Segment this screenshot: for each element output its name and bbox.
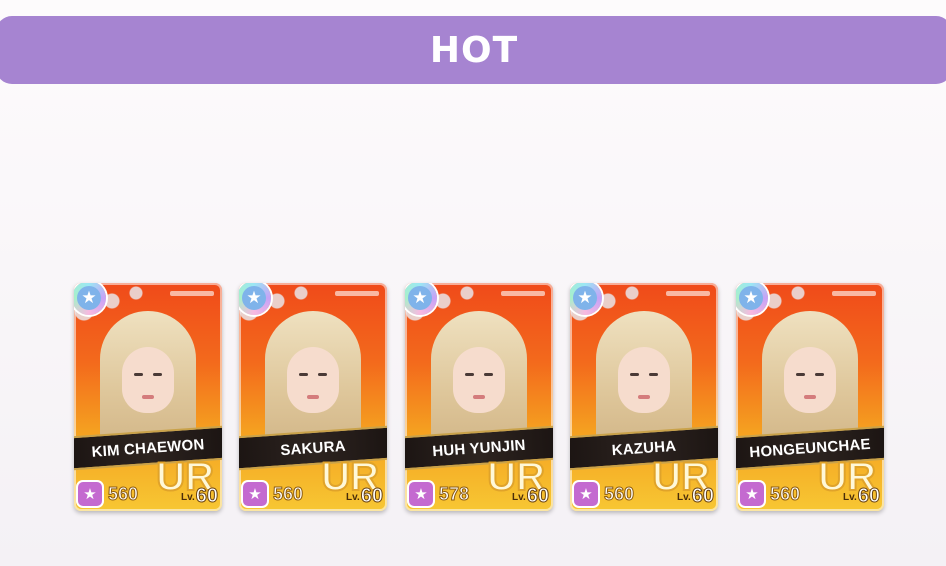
portrait-lips — [473, 395, 485, 399]
portrait-lips — [142, 395, 154, 399]
level-indicator: Lv. 60 — [677, 485, 714, 508]
card-stats: ★ 560 Lv. 60 — [740, 481, 881, 508]
power-value: 578 — [438, 483, 470, 504]
star-icon: ★ — [77, 286, 101, 310]
portrait-lips — [804, 395, 816, 399]
card-stats: ★ 578 Lv. 60 — [409, 481, 550, 508]
card-stats: ★ 560 Lv. 60 — [574, 481, 715, 508]
level-label: Lv. — [181, 492, 195, 503]
card-row: ★ KIM CHAEWON UR ★ 560 Lv. 60 ★ SAKURA U… — [0, 0, 946, 566]
brush-stroke-decoration — [335, 291, 379, 296]
star-icon: ★ — [408, 286, 432, 310]
portrait-face — [287, 347, 339, 413]
card-stats: ★ 560 Lv. 60 — [243, 481, 384, 508]
level-label: Lv. — [346, 492, 360, 503]
level-value: 60 — [691, 485, 714, 508]
portrait-eye — [134, 373, 143, 376]
level-indicator: Lv. 60 — [843, 485, 880, 508]
star-icon: ★ — [739, 286, 763, 310]
star-icon: ★ — [242, 286, 266, 310]
star-rank-icon: ★ — [409, 482, 433, 506]
brush-stroke-decoration — [501, 291, 545, 296]
card-stats: ★ 560 Lv. 60 — [78, 481, 219, 508]
portrait-eye — [465, 373, 474, 376]
portrait-lips — [638, 395, 650, 399]
star-rank-icon: ★ — [78, 482, 102, 506]
portrait-face — [618, 347, 670, 413]
portrait-eye — [484, 373, 493, 376]
level-value: 60 — [857, 485, 880, 508]
portrait-eye — [299, 373, 308, 376]
portrait-eye — [630, 373, 639, 376]
level-label: Lv. — [843, 492, 857, 503]
portrait-eye — [815, 373, 824, 376]
star-rank-icon: ★ — [243, 482, 267, 506]
level-indicator: Lv. 60 — [181, 485, 218, 508]
portrait-face — [453, 347, 505, 413]
level-label: Lv. — [677, 492, 691, 503]
star-rank-icon: ★ — [740, 482, 764, 506]
star-rank-icon: ★ — [574, 482, 598, 506]
member-card[interactable]: ★ KIM CHAEWON UR ★ 560 Lv. 60 — [74, 283, 222, 511]
portrait-eye — [153, 373, 162, 376]
brush-stroke-decoration — [666, 291, 710, 296]
brush-stroke-decoration — [832, 291, 876, 296]
member-card[interactable]: ★ KAZUHA UR ★ 560 Lv. 60 — [570, 283, 718, 511]
portrait-eye — [649, 373, 658, 376]
star-icon: ★ — [573, 286, 597, 310]
portrait-eye — [796, 373, 805, 376]
level-indicator: Lv. 60 — [512, 485, 549, 508]
power-value: 560 — [272, 483, 304, 504]
member-card[interactable]: ★ HUH YUNJIN UR ★ 578 Lv. 60 — [405, 283, 553, 511]
member-card[interactable]: ★ SAKURA UR ★ 560 Lv. 60 — [239, 283, 387, 511]
level-value: 60 — [360, 485, 383, 508]
portrait-face — [784, 347, 836, 413]
level-label: Lv. — [512, 492, 526, 503]
portrait-eye — [318, 373, 327, 376]
level-value: 60 — [526, 485, 549, 508]
level-value: 60 — [195, 485, 218, 508]
brush-stroke-decoration — [170, 291, 214, 296]
power-value: 560 — [769, 483, 801, 504]
portrait-face — [122, 347, 174, 413]
portrait-lips — [307, 395, 319, 399]
member-card[interactable]: ★ HONGEUNCHAE UR ★ 560 Lv. 60 — [736, 283, 884, 511]
level-indicator: Lv. 60 — [346, 485, 383, 508]
power-value: 560 — [603, 483, 635, 504]
power-value: 560 — [107, 483, 139, 504]
